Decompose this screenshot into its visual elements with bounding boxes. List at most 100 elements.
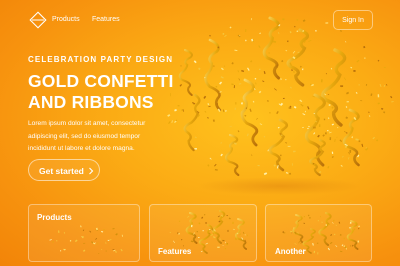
confetti-piece xyxy=(208,105,211,108)
confetti-piece xyxy=(178,220,181,222)
confetti-piece xyxy=(355,92,358,94)
confetti-piece xyxy=(297,51,300,53)
confetti-piece xyxy=(257,164,260,167)
get-started-button[interactable]: Get started xyxy=(28,159,100,181)
confetti-piece xyxy=(327,247,330,251)
confetti-piece xyxy=(307,106,310,110)
confetti-piece xyxy=(377,59,380,62)
card-features[interactable]: Features xyxy=(149,204,257,262)
confetti-piece xyxy=(238,78,241,81)
confetti-piece xyxy=(308,125,310,128)
confetti-piece xyxy=(385,84,388,86)
hero-description-line: adipiscing elit, sed do eiusmod tempor xyxy=(28,132,141,140)
confetti-piece xyxy=(49,239,52,241)
confetti-piece xyxy=(259,123,263,126)
confetti-piece xyxy=(363,46,366,49)
confetti-piece xyxy=(254,77,257,80)
confetti-piece xyxy=(174,109,177,112)
confetti-piece xyxy=(358,84,360,86)
confetti-piece xyxy=(214,163,217,167)
confetti-shadow xyxy=(198,177,362,195)
ribbon xyxy=(346,220,359,250)
confetti-piece xyxy=(325,73,328,75)
confetti-piece xyxy=(169,231,171,234)
ribbon xyxy=(292,214,305,244)
confetti-piece xyxy=(193,60,197,64)
confetti-piece xyxy=(74,239,78,243)
chevron-right-icon xyxy=(89,167,94,175)
confetti-piece xyxy=(256,118,258,120)
confetti-piece xyxy=(340,164,343,167)
card-another[interactable]: Another xyxy=(265,204,372,262)
hero-title-line: GOLD CONFETTI xyxy=(28,71,174,91)
confetti-piece xyxy=(205,222,207,224)
confetti-piece xyxy=(344,130,346,133)
confetti-piece xyxy=(292,150,296,153)
ribbon xyxy=(225,133,240,177)
confetti-piece xyxy=(350,244,352,247)
top-navigation: Products Features Sign In xyxy=(0,0,400,40)
confetti-piece xyxy=(377,94,380,98)
confetti-piece xyxy=(291,232,293,234)
confetti-piece xyxy=(259,68,261,71)
card-products[interactable]: Products xyxy=(28,204,140,262)
confetti-piece xyxy=(198,67,201,71)
confetti-piece xyxy=(381,107,384,110)
confetti-piece xyxy=(375,139,379,142)
confetti-piece xyxy=(203,214,206,216)
confetti-piece xyxy=(341,244,344,247)
confetti-piece xyxy=(225,241,226,244)
confetti-piece xyxy=(267,149,269,152)
confetti-piece xyxy=(63,232,65,234)
confetti-piece xyxy=(252,100,255,103)
confetti-piece xyxy=(258,90,262,94)
confetti-piece xyxy=(292,50,296,54)
confetti-piece xyxy=(205,242,208,245)
confetti-piece xyxy=(226,214,228,217)
confetti-piece xyxy=(109,239,112,241)
sign-in-button[interactable]: Sign In xyxy=(333,10,373,30)
confetti-piece xyxy=(89,230,92,233)
ribbon xyxy=(318,212,332,246)
confetti-piece xyxy=(307,214,310,217)
diamond-logo-icon[interactable] xyxy=(28,10,48,30)
confetti-piece xyxy=(293,106,297,109)
confetti-piece xyxy=(178,232,180,235)
confetti-piece xyxy=(331,106,334,109)
confetti-piece xyxy=(317,134,320,138)
confetti-piece xyxy=(291,69,293,72)
confetti-piece xyxy=(338,221,341,224)
confetti-piece xyxy=(285,141,288,144)
confetti-piece xyxy=(349,149,352,153)
confetti-piece xyxy=(198,222,201,225)
confetti-piece xyxy=(335,224,337,227)
nav-link-features[interactable]: Features xyxy=(92,16,120,23)
confetti-piece xyxy=(219,81,223,85)
confetti-piece xyxy=(223,65,226,67)
confetti-piece xyxy=(345,132,348,134)
hero-description-line: incididunt ut labore et dolore magna. xyxy=(28,145,135,152)
ribbon xyxy=(240,78,259,147)
hero-title: GOLD CONFETTI AND RIBBONS xyxy=(28,71,174,113)
confetti-piece xyxy=(103,228,106,231)
confetti-piece xyxy=(80,225,82,228)
confetti-piece xyxy=(244,114,247,117)
confetti-piece xyxy=(282,97,285,99)
confetti-piece xyxy=(82,249,86,252)
confetti-piece xyxy=(329,241,333,245)
confetti-piece xyxy=(209,157,212,160)
confetti-piece xyxy=(341,156,344,158)
confetti-piece xyxy=(273,164,276,167)
confetti-piece xyxy=(285,172,289,174)
confetti-piece xyxy=(288,107,292,109)
nav-link-products[interactable]: Products xyxy=(52,16,80,23)
confetti-piece xyxy=(278,103,280,105)
confetti-piece xyxy=(97,252,100,254)
confetti-piece xyxy=(112,228,115,230)
confetti-piece xyxy=(255,82,257,85)
confetti-piece xyxy=(289,172,292,175)
confetti-piece xyxy=(220,76,224,79)
confetti-piece xyxy=(234,49,238,52)
confetti-bits-group xyxy=(167,17,394,176)
confetti-piece xyxy=(327,94,330,96)
